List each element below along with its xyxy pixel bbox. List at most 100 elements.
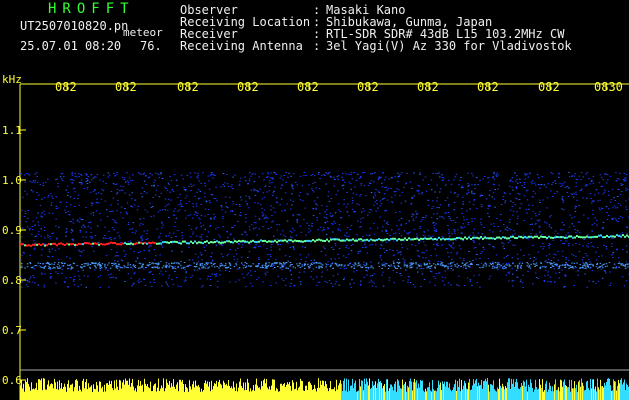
- strength-bar: [282, 385, 283, 400]
- noise-dot: [468, 184, 470, 186]
- noise-dot: [591, 224, 594, 226]
- noise-dot: [590, 202, 593, 204]
- noise-dot: [345, 246, 347, 248]
- noise-dot: [612, 219, 614, 220]
- noise-dot: [188, 201, 190, 202]
- noise-dot: [626, 233, 628, 235]
- strength-bar: [500, 385, 501, 400]
- noise-dot: [325, 214, 328, 215]
- noise-dot: [370, 192, 373, 193]
- noise-dot: [615, 172, 617, 174]
- strength-bar: [220, 383, 221, 400]
- noise-dot: [472, 260, 474, 261]
- band-dot: [565, 262, 567, 264]
- band-dot: [365, 262, 368, 264]
- noise-dot: [89, 236, 92, 238]
- strength-bar: [564, 379, 565, 400]
- noise-dot: [121, 176, 124, 178]
- noise-dot: [338, 257, 340, 259]
- band-dot: [290, 264, 292, 266]
- noise-dot: [158, 177, 161, 179]
- strength-bar: [205, 380, 206, 400]
- noise-dot: [334, 258, 336, 260]
- strength-bar: [324, 386, 325, 400]
- carrier-trace-dot: [326, 238, 328, 241]
- noise-dot: [104, 226, 106, 228]
- noise-dot: [273, 172, 276, 173]
- noise-dot: [167, 285, 169, 287]
- carrier-trace-dot: [454, 237, 456, 240]
- noise-dot: [202, 224, 205, 226]
- strength-bar: [551, 391, 552, 400]
- noise-dot: [42, 185, 45, 186]
- noise-dot: [72, 222, 75, 224]
- carrier-trace-dot: [540, 235, 542, 238]
- noise-dot: [338, 248, 341, 249]
- noise-dot: [472, 193, 474, 195]
- noise-dot: [405, 269, 407, 271]
- noise-dot: [195, 227, 198, 229]
- noise-dot: [552, 257, 555, 259]
- noise-dot: [596, 246, 599, 248]
- noise-dot: [345, 206, 348, 208]
- noise-dot: [99, 269, 102, 271]
- strength-bar: [257, 385, 258, 400]
- noise-dot: [348, 173, 350, 175]
- noise-dot: [481, 206, 483, 207]
- noise-dot: [141, 240, 143, 241]
- noise-dot: [101, 188, 103, 190]
- noise-dot: [249, 229, 251, 231]
- noise-dot: [526, 199, 529, 201]
- strength-bar: [211, 380, 212, 400]
- noise-dot: [248, 251, 251, 253]
- noise-dot: [379, 177, 381, 179]
- noise-dot: [506, 230, 509, 232]
- noise-dot: [538, 225, 541, 227]
- noise-dot: [511, 186, 513, 188]
- noise-dot: [546, 222, 548, 224]
- noise-dot: [276, 224, 278, 226]
- noise-dot: [430, 179, 432, 181]
- noise-dot: [449, 245, 452, 247]
- noise-dot: [425, 190, 428, 192]
- noise-dot: [352, 264, 354, 266]
- noise-dot: [611, 237, 613, 239]
- band-dot: [289, 265, 291, 267]
- noise-dot: [451, 258, 453, 260]
- band-dot: [415, 263, 417, 265]
- band-dot: [626, 263, 629, 265]
- noise-dot: [434, 191, 436, 193]
- noise-dot: [419, 268, 421, 270]
- strength-bar: [218, 382, 219, 400]
- noise-dot: [328, 200, 331, 202]
- strength-bar: [332, 389, 333, 400]
- noise-dot: [70, 204, 72, 206]
- strength-bar: [294, 389, 295, 400]
- strength-bar: [270, 389, 271, 400]
- noise-dot: [511, 280, 514, 282]
- noise-dot: [565, 257, 567, 258]
- carrier-trace-dot: [246, 240, 248, 243]
- noise-dot: [586, 245, 588, 247]
- noise-dot: [405, 223, 407, 225]
- strength-bar: [99, 381, 100, 400]
- carrier-trace-dot: [332, 238, 334, 241]
- strength-bar: [136, 391, 137, 400]
- noise-dot: [421, 252, 424, 254]
- noise-dot: [535, 215, 537, 217]
- noise-dot: [606, 212, 608, 213]
- strength-bar: [219, 379, 220, 400]
- noise-dot: [291, 236, 293, 238]
- noise-dot: [56, 178, 58, 180]
- noise-dot: [287, 242, 290, 244]
- carrier-trace-dot: [570, 235, 572, 238]
- noise-dot: [423, 252, 425, 254]
- noise-dot: [456, 284, 458, 286]
- strength-bar: [478, 382, 479, 400]
- band-dot: [171, 263, 173, 265]
- strength-bar: [467, 389, 468, 400]
- noise-dot: [624, 177, 626, 179]
- strength-bar: [203, 390, 204, 400]
- noise-dot: [595, 259, 598, 261]
- band-dot: [83, 263, 86, 265]
